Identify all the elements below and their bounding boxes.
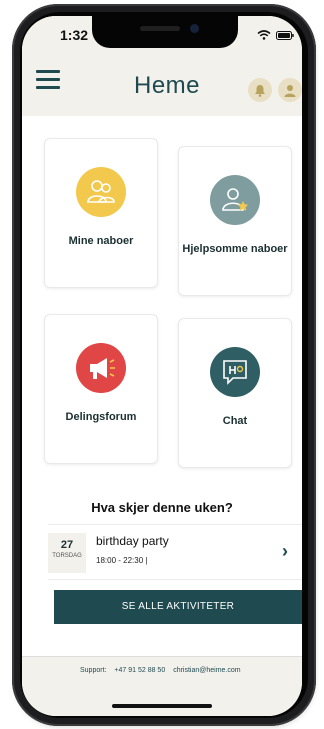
- activity-date: 27 TORSDAG: [48, 533, 86, 573]
- support-phone[interactable]: +47 91 52 88 50: [114, 667, 165, 674]
- app-logo: Heme: [134, 72, 201, 99]
- activity-weekday: TORSDAG: [52, 553, 82, 559]
- megaphone-icon: [76, 343, 126, 393]
- activity-time: 18:00 - 22:30 |: [96, 556, 148, 565]
- tile-label: Hjelpsomme naboer: [182, 243, 288, 255]
- notch: [92, 16, 238, 48]
- app-screen: 1:32 Heme Mine naboer Hjelpsomme naboer …: [22, 16, 302, 716]
- activity-day: 27: [60, 539, 74, 551]
- status-time: 1:32: [60, 27, 89, 43]
- tile-label: Mine naboer: [68, 235, 134, 247]
- tile-chat[interactable]: Chat: [178, 318, 292, 468]
- section-title: Hva skjer denne uken?: [91, 500, 233, 515]
- tile-label: Chat: [222, 415, 248, 427]
- bell-icon: [255, 84, 265, 97]
- profile-button[interactable]: [278, 78, 302, 102]
- support-label: Support:: [80, 667, 107, 674]
- wifi-icon: [257, 30, 271, 40]
- support-info: Support: +47 91 52 88 50 christian@heime…: [80, 667, 247, 674]
- tile-mine-naboer[interactable]: Mine naboer: [44, 138, 158, 288]
- notifications-button[interactable]: [248, 78, 272, 102]
- tile-hjelpsomme-naboer[interactable]: Hjelpsomme naboer: [178, 146, 292, 296]
- chevron-right-icon[interactable]: ›: [282, 541, 288, 562]
- user-icon: [284, 84, 296, 97]
- battery-icon: [276, 30, 294, 40]
- home-indicator[interactable]: [112, 704, 212, 708]
- support-email[interactable]: christian@heime.com: [173, 667, 240, 674]
- see-all-activities-button[interactable]: SE ALLE AKTIVITETER: [54, 590, 302, 624]
- speaker: [140, 26, 180, 31]
- people-icon: [76, 167, 126, 217]
- tile-delingsforum[interactable]: Delingsforum: [44, 314, 158, 464]
- activity-title: birthday party: [96, 534, 169, 548]
- menu-icon[interactable]: [36, 70, 60, 90]
- status-icons: [257, 30, 294, 40]
- tile-label: Delingsforum: [65, 411, 137, 423]
- chat-icon: [210, 347, 260, 397]
- person-star-icon: [210, 175, 260, 225]
- activity-item[interactable]: 27 TORSDAG birthday party 18:00 - 22:30 …: [48, 524, 302, 580]
- camera: [190, 24, 199, 33]
- status-bar: 1:32: [22, 16, 302, 62]
- app-header: Heme: [22, 62, 302, 116]
